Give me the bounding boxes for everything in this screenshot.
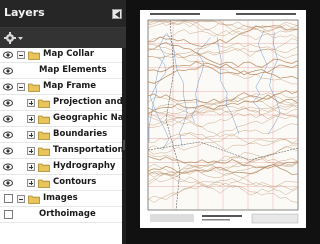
expand-toggle-icon[interactable] [27, 147, 35, 155]
eye-icon[interactable] [3, 147, 13, 155]
layer-row[interactable]: Transportation [0, 144, 122, 159]
layer-row[interactable]: Map Frame [0, 80, 122, 95]
layers-panel: Layers Map Collar Map Elements Map Frame [0, 0, 126, 244]
layer-label: Geographic Name [53, 113, 122, 123]
layer-label: Map Elements [39, 65, 107, 75]
expand-toggle-icon[interactable] [27, 131, 35, 139]
expand-toggle-icon[interactable] [27, 99, 35, 107]
eye-icon[interactable] [3, 99, 13, 107]
eye-icon[interactable] [3, 115, 13, 123]
folder-icon [28, 195, 40, 204]
expand-toggle-icon[interactable] [27, 115, 35, 123]
triangle-left-icon [115, 11, 120, 18]
layer-label: Map Frame [43, 81, 97, 91]
eye-icon[interactable] [3, 67, 13, 75]
layer-label: Map Collar [43, 49, 95, 59]
folder-icon [38, 179, 50, 188]
visibility-checkbox[interactable] [4, 194, 13, 203]
layer-label: Transportation [53, 145, 122, 155]
panel-toolbar [0, 28, 126, 48]
collar-header-right [236, 13, 296, 15]
document-viewer[interactable] [126, 0, 320, 244]
layer-row[interactable]: Orthoimage [0, 208, 122, 223]
scale-bar [202, 215, 242, 217]
scale-bar-secondary [202, 219, 230, 221]
layer-row[interactable]: Map Elements [0, 64, 122, 79]
eye-icon[interactable] [3, 51, 13, 59]
layer-label: Boundaries [53, 129, 108, 139]
folder-icon [38, 115, 50, 124]
layer-label: Projection and Gr [53, 97, 122, 107]
folder-icon [28, 51, 40, 60]
folder-icon [28, 83, 40, 92]
layer-list: Map Collar Map Elements Map Frame Projectio… [0, 48, 122, 244]
layer-row[interactable]: Hydrography [0, 160, 122, 175]
expand-toggle-icon[interactable] [27, 163, 35, 171]
collar-footer-block [150, 214, 194, 222]
eye-icon[interactable] [3, 83, 13, 91]
layer-row[interactable]: Contours [0, 176, 122, 191]
eye-icon[interactable] [3, 131, 13, 139]
layer-label: Orthoimage [39, 209, 96, 219]
layer-label: Images [43, 193, 78, 203]
visibility-checkbox[interactable] [4, 210, 13, 219]
topographic-map-image [147, 13, 299, 224]
location-diagram [251, 213, 299, 224]
layer-label: Contours [53, 177, 97, 187]
options-menu-button[interactable] [3, 31, 25, 45]
eye-icon[interactable] [3, 163, 13, 171]
folder-icon [38, 147, 50, 156]
eye-icon[interactable] [3, 179, 13, 187]
topographic-map-page[interactable] [140, 10, 306, 228]
collapse-toggle-icon[interactable] [17, 195, 25, 203]
layer-row[interactable]: Map Collar [0, 48, 122, 63]
collapse-panel-button[interactable] [112, 9, 122, 19]
layer-label: Hydrography [53, 161, 116, 171]
folder-icon [38, 163, 50, 172]
panel-title: Layers [4, 6, 45, 19]
collapse-toggle-icon[interactable] [17, 83, 25, 91]
layer-row[interactable]: Images [0, 192, 122, 207]
folder-icon [38, 131, 50, 140]
splitter-grip [123, 140, 125, 150]
panel-header: Layers [0, 0, 126, 28]
folder-icon [38, 99, 50, 108]
layer-row[interactable]: Geographic Name [0, 112, 122, 127]
layer-row[interactable]: Projection and Gr [0, 96, 122, 111]
collar-header-left [150, 13, 200, 15]
gear-dropdown-icon [4, 32, 23, 44]
collapse-toggle-icon[interactable] [17, 51, 25, 59]
layer-row[interactable]: Boundaries [0, 128, 122, 143]
expand-toggle-icon[interactable] [27, 179, 35, 187]
